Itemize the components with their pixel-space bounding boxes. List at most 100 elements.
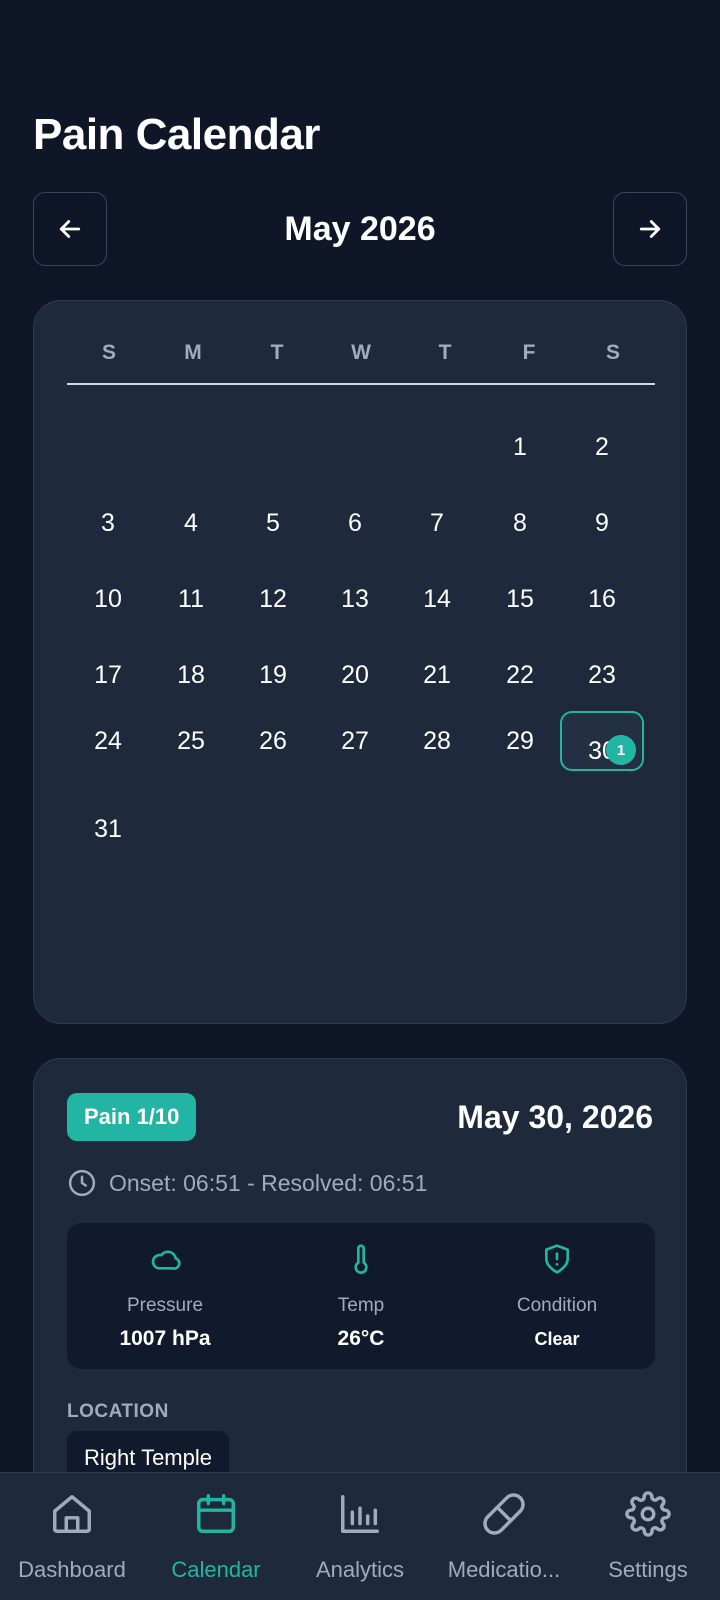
shield-alert-icon — [545, 1244, 569, 1274]
calendar-day[interactable]: 8 — [478, 493, 562, 553]
day-number: 18 — [177, 660, 205, 689]
entry-date: May 30, 2026 — [457, 1099, 653, 1135]
day-number: 12 — [259, 584, 287, 613]
weather-temp: Temp 26°C — [263, 1223, 459, 1369]
day-number: 7 — [430, 508, 444, 537]
weekday-label: W — [351, 341, 371, 364]
calendar-day[interactable]: 15 — [478, 569, 562, 629]
weather-pressure: Pressure 1007 hPa — [67, 1223, 263, 1369]
day-number: 11 — [178, 584, 204, 613]
time-range-text: Onset: 06:51 - Resolved: 06:51 — [109, 1169, 428, 1196]
calendar-day[interactable]: 4 — [149, 493, 233, 553]
nav-item-analytics[interactable]: Analytics — [288, 1473, 432, 1600]
day-number: 20 — [341, 660, 369, 689]
thermometer-icon — [354, 1244, 368, 1274]
day-number: 10 — [94, 584, 122, 613]
cloud-icon — [151, 1250, 181, 1270]
day-number: 3 — [101, 508, 115, 537]
calendar-day[interactable]: 28 — [395, 711, 479, 771]
nav-label: Dashboard — [18, 1557, 126, 1582]
calendar-day[interactable]: 22 — [478, 645, 562, 705]
day-number: 2 — [595, 432, 609, 461]
day-number: 16 — [588, 584, 616, 613]
month-label: May 2026 — [284, 210, 436, 248]
calendar-day[interactable]: 18 — [149, 645, 233, 705]
nav-label: Settings — [608, 1557, 688, 1582]
calendar-day[interactable]: 19 — [231, 645, 315, 705]
arrow-right-icon — [639, 220, 661, 238]
pressure-label: Pressure — [126, 1295, 204, 1316]
bottom-navigation: Dashboard Calendar Analytics Medicatio..… — [0, 1472, 720, 1600]
pill-icon — [483, 1493, 525, 1535]
calendar-day[interactable]: 14 — [395, 569, 479, 629]
time-range-row: Onset: 06:51 - Resolved: 06:51 — [67, 1167, 427, 1199]
calendar-day[interactable]: 16 — [560, 569, 644, 629]
nav-item-calendar[interactable]: Calendar — [144, 1473, 288, 1600]
pain-level-badge: Pain 1/10 — [67, 1093, 197, 1141]
calendar-day[interactable]: 21 — [395, 645, 479, 705]
calendar-day[interactable]: 23 — [560, 645, 644, 705]
weekday-label: T — [270, 341, 284, 364]
calendar-day[interactable]: 29 — [478, 711, 562, 771]
calendar-day[interactable]: 20 — [313, 645, 397, 705]
calendar-day[interactable]: 1 — [478, 417, 562, 477]
nav-item-settings[interactable]: Settings — [576, 1473, 720, 1600]
calendar-day[interactable]: 26 — [231, 711, 315, 771]
calendar-day[interactable]: 9 — [560, 493, 644, 553]
month-navigation: May 2026 — [33, 192, 687, 268]
temp-value: 26°C — [337, 1327, 385, 1350]
weekday-label: S — [605, 341, 620, 364]
day-number: 5 — [266, 508, 280, 537]
day-number: 22 — [506, 660, 534, 689]
day-number: 4 — [184, 508, 198, 537]
day-number: 13 — [341, 584, 369, 613]
day-number: 8 — [513, 508, 527, 537]
calendar-day[interactable]: 10 — [66, 569, 150, 629]
calendar-day[interactable]: 17 — [66, 645, 150, 705]
calendar-card: S M T W T F S 1 2 3 4 5 6 7 8 9 10 11 12 13 14 15 16 17 1… — [33, 300, 687, 1024]
day-number: 17 — [94, 660, 122, 689]
calendar-day[interactable]: 24 — [66, 711, 150, 771]
weather-condition: Condition Clear — [459, 1223, 655, 1369]
day-number: 19 — [259, 660, 287, 689]
day-number: 23 — [588, 660, 616, 689]
calendar-day-selected[interactable]: 30 1 — [560, 711, 644, 771]
weekday-label: T — [438, 341, 452, 364]
day-number: 21 — [423, 660, 451, 689]
calendar-day[interactable]: 5 — [231, 493, 315, 553]
weekday-header: S M T W T F S — [67, 341, 655, 365]
day-number: 26 — [259, 726, 287, 755]
pressure-value: 1007 hPa — [119, 1327, 211, 1350]
calendar-day[interactable]: 27 — [313, 711, 397, 771]
nav-label: Medicatio... — [447, 1557, 561, 1582]
calendar-day[interactable]: 25 — [149, 711, 233, 771]
nav-item-medications[interactable]: Medicatio... — [432, 1473, 576, 1600]
calendar-day[interactable]: 6 — [313, 493, 397, 553]
temp-label: Temp — [337, 1295, 385, 1316]
day-number: 31 — [94, 814, 122, 843]
calendar-day[interactable]: 3 — [66, 493, 150, 553]
calendar-day[interactable]: 13 — [313, 569, 397, 629]
calendar-day[interactable]: 31 — [66, 799, 150, 859]
day-number: 24 — [94, 726, 122, 755]
weekday-divider — [67, 383, 655, 385]
nav-item-dashboard[interactable]: Dashboard — [0, 1473, 144, 1600]
calendar-icon — [197, 1494, 235, 1533]
calendar-day[interactable]: 7 — [395, 493, 479, 553]
day-number: 6 — [348, 508, 362, 537]
day-number: 9 — [595, 508, 609, 537]
calendar-day[interactable]: 11 — [149, 569, 233, 629]
bar-chart-icon — [341, 1495, 379, 1533]
day-number: 15 — [506, 584, 534, 613]
next-month-button[interactable] — [613, 192, 687, 266]
day-number: 25 — [177, 726, 205, 755]
day-number: 28 — [423, 726, 451, 755]
weekday-label: F — [522, 341, 536, 364]
home-icon — [53, 1495, 91, 1533]
weather-panel: Pressure 1007 hPa Temp 26°C Condition Cl… — [67, 1223, 655, 1369]
calendar-day[interactable]: 12 — [231, 569, 315, 629]
weekday-label: M — [184, 341, 202, 364]
calendar-day[interactable]: 2 — [560, 417, 644, 477]
condition-label: Condition — [516, 1295, 598, 1316]
gear-icon — [625, 1491, 671, 1537]
